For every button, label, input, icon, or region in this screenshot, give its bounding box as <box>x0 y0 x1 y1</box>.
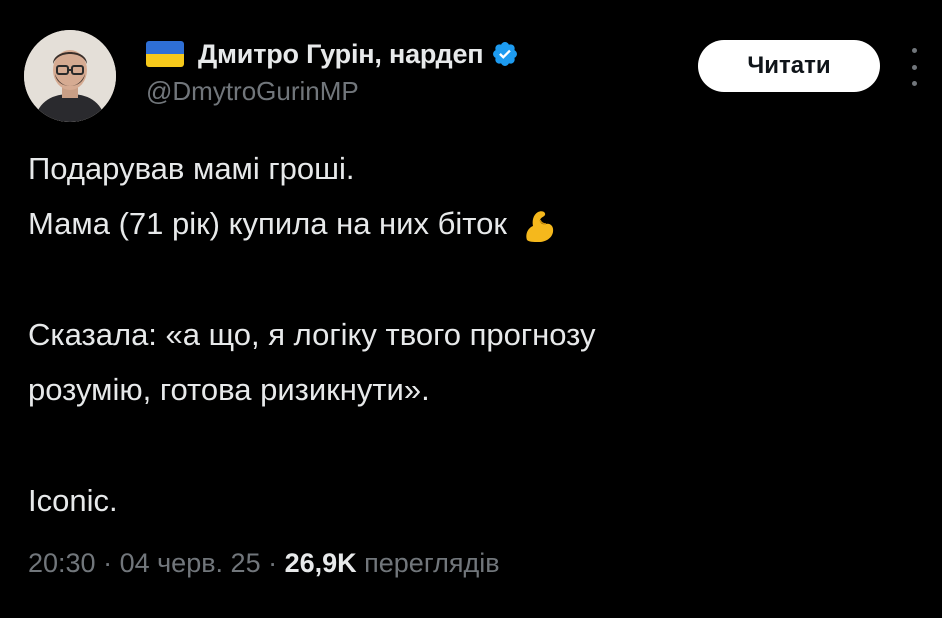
verified-badge-icon <box>493 42 518 66</box>
tweet-card: Дмитро Гурін, нардеп @DmytroGurinMP Чита… <box>0 0 942 618</box>
tweet-text-line-1: Подарував мамі гроші. <box>28 151 355 186</box>
avatar-photo <box>24 30 116 122</box>
tweet-text-line-2: Мама (71 рік) купила на них біток <box>28 205 559 246</box>
avatar[interactable] <box>24 30 116 122</box>
tweet-text-line-3: Сказала: «а що, я логіку твого прогнозу <box>28 317 596 352</box>
tweet-text-line-5: Iconic. <box>28 483 118 518</box>
author-display-name[interactable]: Дмитро Гурін, нардеп <box>198 39 484 70</box>
tweet-date[interactable]: 04 черв. 25 <box>120 548 261 578</box>
author-name-row: Дмитро Гурін, нардеп <box>146 36 519 72</box>
tweet-text-line-4: розумію, готова ризикнути». <box>28 372 430 407</box>
follow-button[interactable]: Читати <box>698 40 880 92</box>
views-count[interactable]: 26,9K <box>285 548 357 578</box>
tweet-time[interactable]: 20:30 <box>28 548 96 578</box>
author-handle[interactable]: @DmytroGurinMP <box>146 76 359 107</box>
flexed-biceps-icon <box>526 211 554 242</box>
tweet-text-line-2-text: Мама (71 рік) купила на них біток <box>28 206 507 241</box>
more-vertical-icon[interactable] <box>904 48 924 86</box>
ukraine-flag-icon <box>146 41 184 67</box>
meta-separator: · <box>95 548 120 578</box>
meta-separator: · <box>260 548 285 578</box>
tweet-meta: 20:30 · 04 черв. 25 · 26,9K переглядів <box>28 548 500 579</box>
views-label: переглядів <box>356 548 500 578</box>
